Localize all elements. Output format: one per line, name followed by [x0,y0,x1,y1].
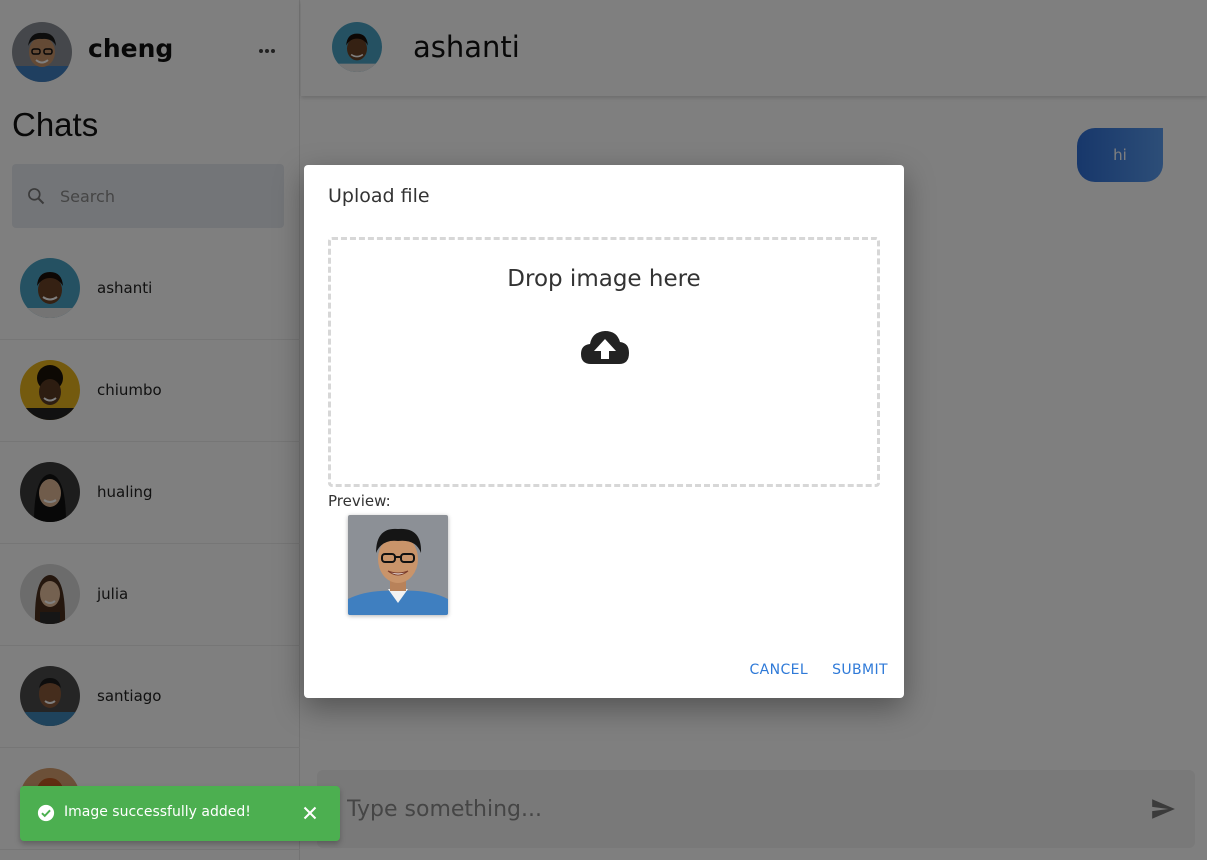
preview-image [348,515,448,615]
preview-label: Preview: [328,492,391,510]
submit-button[interactable]: SUBMIT [832,662,888,678]
success-snackbar: Image successfully added! [20,786,340,841]
dropzone-label: Drop image here [507,266,701,292]
snackbar-message: Image successfully added! [64,804,251,820]
close-icon[interactable] [300,803,320,823]
upload-file-dialog: Upload file Drop image here Preview: CAN… [304,165,904,698]
check-circle-icon [37,804,55,822]
dialog-title: Upload file [328,185,430,207]
image-dropzone[interactable]: Drop image here [328,237,880,487]
cloud-upload-icon [581,331,629,364]
dialog-actions: CANCEL SUBMIT [749,662,888,678]
cancel-button[interactable]: CANCEL [749,662,808,678]
